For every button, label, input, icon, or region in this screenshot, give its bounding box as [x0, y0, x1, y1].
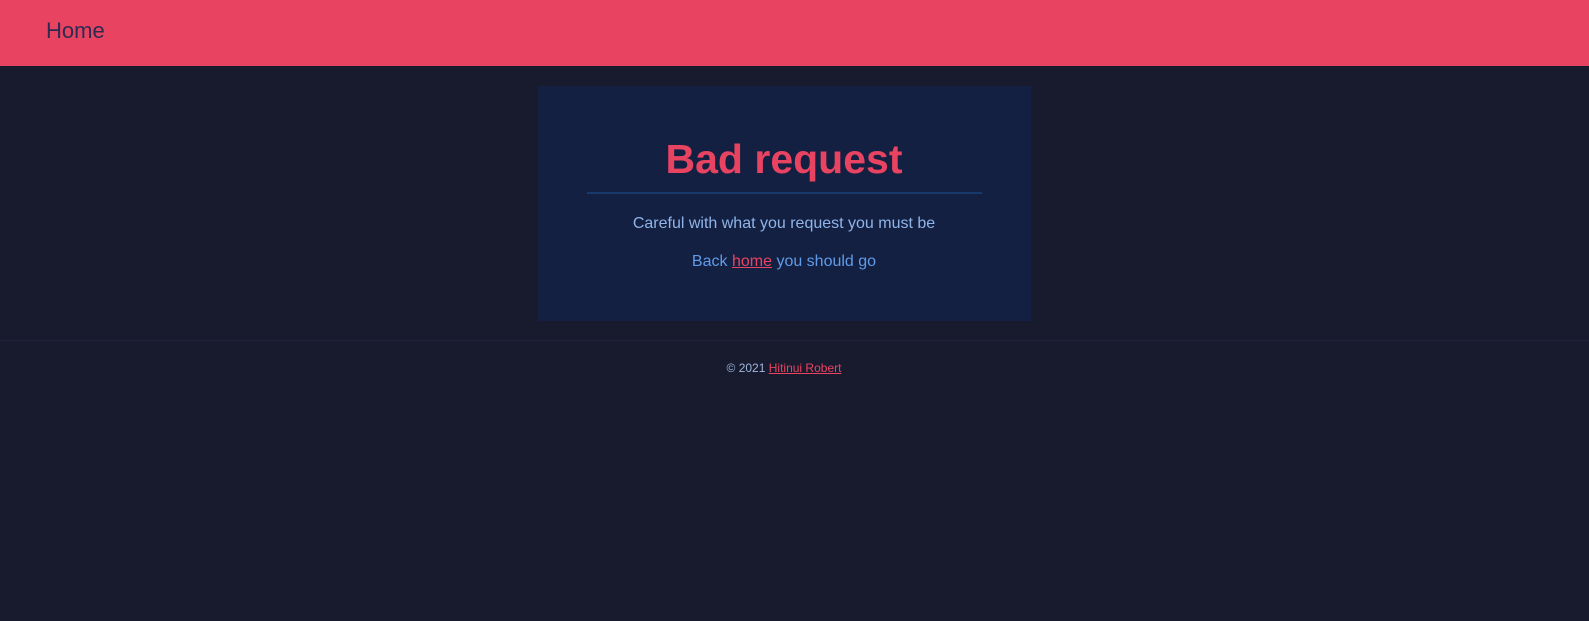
home-link[interactable]: home	[732, 253, 772, 270]
error-message: Careful with what you request you must b…	[632, 215, 936, 232]
back-prefix-text: Back	[691, 253, 728, 270]
author-link[interactable]: Hitinui Robert	[769, 361, 842, 375]
top-navbar: Home	[0, 0, 1589, 66]
error-title: Bad request	[665, 136, 903, 182]
back-suffix-text: you should go	[776, 253, 877, 270]
nav-home-link[interactable]: Home	[46, 16, 105, 46]
copyright-text: © 2021	[726, 361, 766, 375]
error-card	[538, 86, 1031, 321]
title-divider	[587, 192, 982, 194]
footer-divider	[0, 340, 1589, 341]
back-home-sentence: Back home you should go	[0, 251, 1568, 273]
footer-copyright: © 2021 Hitinui Robert	[0, 360, 1568, 377]
